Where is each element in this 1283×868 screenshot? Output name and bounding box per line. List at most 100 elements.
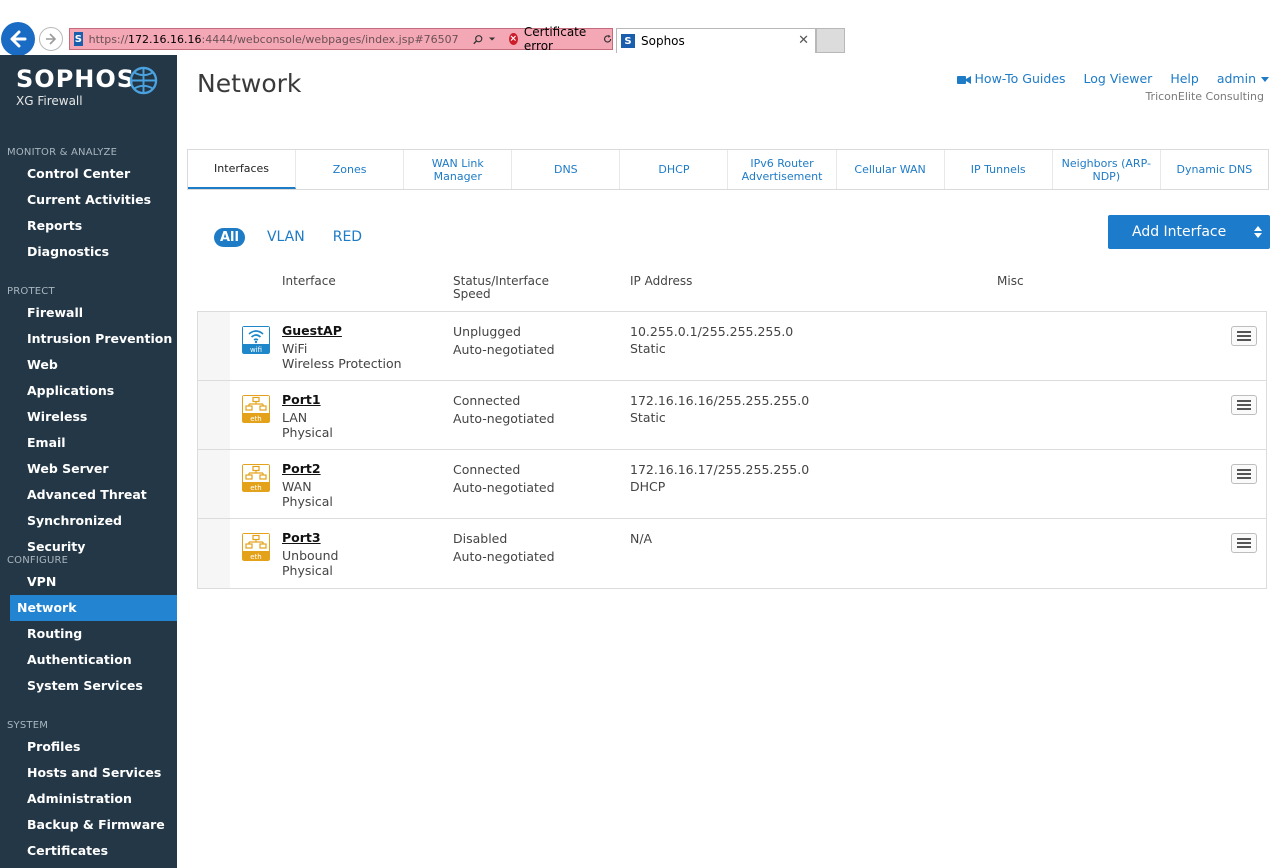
interfaces-table: wifi GuestAP WiFi Wireless Protection Un… — [197, 311, 1267, 589]
tab-cellular-wan[interactable]: Cellular WAN — [837, 150, 945, 189]
interface-status: Connected Auto-negotiated — [453, 392, 555, 428]
log-viewer-link[interactable]: Log Viewer — [1084, 71, 1153, 86]
wifi-icon: wifi — [242, 326, 270, 354]
interface-zone: WAN — [282, 479, 312, 494]
interface-name[interactable]: Port1 — [282, 392, 321, 407]
interface-status: Disabled Auto-negotiated — [453, 530, 555, 566]
refresh-icon[interactable] — [603, 33, 612, 45]
status-value: Connected — [453, 462, 521, 477]
ip-mode: DHCP — [630, 479, 666, 494]
nav-item-reports[interactable]: Reports — [10, 213, 177, 239]
row-menu-button[interactable] — [1231, 395, 1257, 415]
url-scheme: https:// — [88, 32, 129, 46]
icon-label: wifi — [250, 346, 262, 354]
interface-name[interactable]: Port2 — [282, 461, 321, 476]
header-links: How-To Guides Log Viewer Help admin — [956, 71, 1269, 86]
dropdown-caret-icon[interactable] — [488, 35, 495, 43]
nav-item-current-activities[interactable]: Current Activities — [10, 187, 177, 213]
interface-name[interactable]: Port3 — [282, 530, 321, 545]
page-title: Network — [197, 69, 302, 98]
nav-item-diagnostics[interactable]: Diagnostics — [10, 239, 177, 265]
row-menu-button[interactable] — [1231, 464, 1257, 484]
company-name: TriconElite Consulting — [1145, 90, 1264, 103]
search-icon[interactable] — [472, 33, 483, 46]
status-value: Disabled — [453, 531, 508, 546]
tab-neighbors[interactable]: Neighbors (ARP-NDP) — [1053, 150, 1161, 189]
nav-item-advanced-threat[interactable]: Advanced Threat — [10, 482, 177, 508]
nav-item-routing[interactable]: Routing — [10, 621, 177, 647]
row-stripe — [198, 381, 230, 449]
new-tab-button[interactable] — [816, 28, 845, 53]
tab-ip-tunnels[interactable]: IP Tunnels — [945, 150, 1053, 189]
nav-item-wireless[interactable]: Wireless — [10, 404, 177, 430]
nav-item-intrusion-prevention[interactable]: Intrusion Prevention — [10, 326, 177, 352]
add-interface-label: Add Interface — [1132, 224, 1227, 240]
nav-item-firewall[interactable]: Firewall — [10, 300, 177, 326]
certificate-error-icon[interactable]: × — [508, 33, 518, 45]
add-interface-button[interactable]: Add Interface — [1108, 215, 1270, 249]
tab-interfaces[interactable]: Interfaces — [188, 150, 297, 189]
nav-item-network[interactable]: Network — [10, 595, 177, 621]
address-bar[interactable]: S https:// 172.16.16.16 :4444/webconsole… — [69, 25, 613, 53]
nav-item-vpn[interactable]: VPN — [10, 569, 177, 595]
tab-dynamic-dns[interactable]: Dynamic DNS — [1161, 150, 1268, 189]
column-ip-address: IP Address — [630, 274, 693, 288]
tab-dhcp[interactable]: DHCP — [620, 150, 729, 189]
product-name: XG Firewall — [16, 94, 83, 108]
row-menu-button[interactable] — [1231, 533, 1257, 553]
nav-item-synchronized-security[interactable]: Synchronized Security — [10, 508, 177, 554]
ethernet-icon: eth — [242, 464, 270, 492]
nav-item-administration[interactable]: Administration — [10, 786, 177, 812]
speed-value: Auto-negotiated — [453, 411, 555, 426]
arrow-left-icon — [10, 30, 27, 48]
speed-value: Auto-negotiated — [453, 342, 555, 357]
tab-zones[interactable]: Zones — [296, 150, 405, 189]
tab-dns[interactable]: DNS — [512, 150, 621, 189]
icon-label: eth — [250, 415, 262, 423]
nav-item-control-center[interactable]: Control Center — [10, 161, 177, 187]
nav-item-profiles[interactable]: Profiles — [10, 734, 177, 760]
table-row[interactable]: wifi GuestAP WiFi Wireless Protection Un… — [198, 312, 1266, 381]
tab-wan-link-manager[interactable]: WAN Link Manager — [404, 150, 513, 189]
interface-details: WiFi Wireless Protection — [282, 341, 402, 371]
forward-button[interactable] — [39, 27, 63, 51]
interface-name[interactable]: GuestAP — [282, 323, 342, 338]
brand-name: SOPHOS — [16, 65, 136, 93]
ethernet-icon: eth — [242, 533, 270, 561]
table-row[interactable]: eth Port3 Unbound Physical Disabled Auto… — [198, 519, 1266, 588]
interface-zone: LAN — [282, 410, 308, 425]
back-button[interactable] — [1, 22, 35, 56]
nav-item-authentication[interactable]: Authentication — [10, 647, 177, 673]
nav-item-applications[interactable]: Applications — [10, 378, 177, 404]
nav-section-configure: CONFIGURE VPN Network Routing Authentica… — [0, 553, 177, 699]
status-value: Connected — [453, 393, 521, 408]
nav-item-system-services[interactable]: System Services — [10, 673, 177, 699]
browser-tab[interactable]: S Sophos ✕ — [616, 28, 816, 53]
interface-status: Connected Auto-negotiated — [453, 461, 555, 497]
nav-item-hosts-and-services[interactable]: Hosts and Services — [10, 760, 177, 786]
filter-all[interactable]: All — [214, 227, 245, 247]
help-link[interactable]: Help — [1170, 71, 1199, 86]
nav-heading: CONFIGURE — [7, 555, 69, 566]
table-row[interactable]: eth Port1 LAN Physical Connected Auto-ne… — [198, 381, 1266, 450]
ethernet-icon: eth — [242, 395, 270, 423]
close-tab-icon[interactable]: ✕ — [798, 33, 809, 48]
table-row[interactable]: eth Port2 WAN Physical Connected Auto-ne… — [198, 450, 1266, 519]
interface-kind: Physical — [282, 425, 333, 440]
interface-kind: Physical — [282, 563, 333, 578]
certificate-error-label[interactable]: Certificate error — [524, 25, 597, 53]
nav-item-certificates[interactable]: Certificates — [10, 838, 177, 864]
interface-zone: Unbound — [282, 548, 339, 563]
filter-vlan[interactable]: VLAN — [261, 227, 311, 247]
browser-chrome: S https:// 172.16.16.16 :4444/webconsole… — [0, 0, 1283, 56]
nav-item-web[interactable]: Web — [10, 352, 177, 378]
row-menu-button[interactable] — [1231, 326, 1257, 346]
filter-red[interactable]: RED — [327, 227, 368, 247]
nav-item-backup-firmware[interactable]: Backup & Firmware — [10, 812, 177, 838]
nav-item-web-server[interactable]: Web Server — [10, 456, 177, 482]
admin-menu[interactable]: admin — [1217, 71, 1269, 86]
nav-item-email[interactable]: Email — [10, 430, 177, 456]
row-stripe — [198, 450, 230, 518]
tab-ipv6-router-advertisement[interactable]: IPv6 Router Advertisement — [728, 150, 837, 189]
howto-guides-link[interactable]: How-To Guides — [956, 71, 1066, 86]
